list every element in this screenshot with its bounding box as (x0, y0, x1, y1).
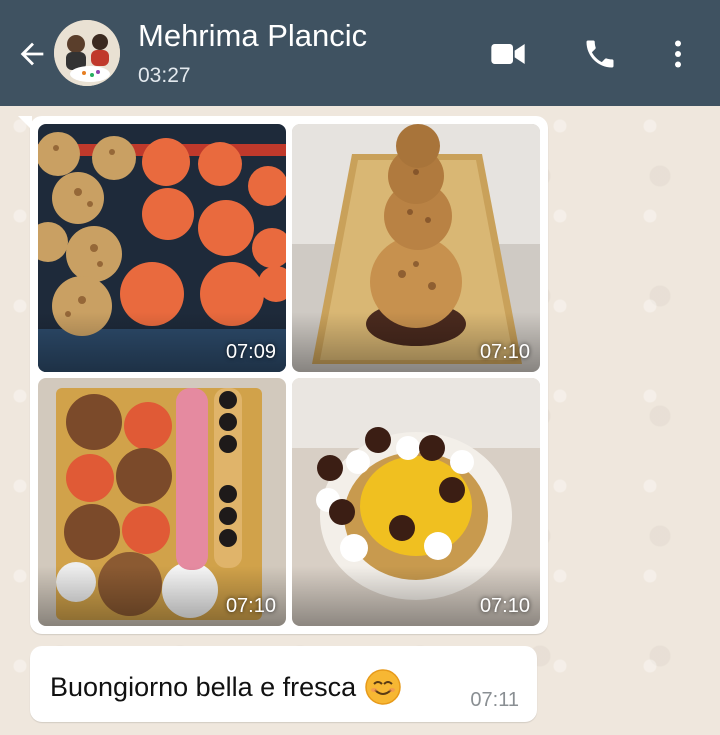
smiling-face-icon (364, 668, 402, 706)
contact-status: 03:27 (138, 64, 191, 87)
phone-icon (586, 40, 614, 68)
photo-pastry-assortment[interactable]: 07:10 (38, 378, 286, 626)
more-options-icon (675, 40, 681, 68)
back-button[interactable] (10, 32, 54, 76)
message-body: Buongiorno bella e fresca (50, 671, 357, 702)
chat-header: Mehrima Plancic 03:27 (0, 0, 720, 106)
contact-avatar[interactable] (54, 20, 120, 86)
back-arrow-icon (20, 42, 44, 66)
text-message-bubble[interactable]: Buongiorno bella e fresca 07:11 (30, 646, 537, 722)
message-text: Buongiorno bella e fresca (50, 668, 402, 706)
more-options-button[interactable] (656, 32, 700, 76)
image-message-bubble: 07:09 07:10 07:10 07:10 (18, 116, 548, 634)
voice-call-button[interactable] (578, 32, 622, 76)
video-call-icon (491, 44, 525, 64)
photo-timestamp: 07:09 (225, 341, 276, 363)
video-call-button[interactable] (486, 32, 530, 76)
photo-timestamp: 07:10 (479, 595, 530, 617)
photo-choux-tray[interactable]: 07:09 (38, 124, 286, 372)
photo-timestamp: 07:10 (479, 341, 530, 363)
photo-saint-honore-cake[interactable]: 07:10 (292, 378, 540, 626)
contact-name[interactable]: Mehrima Plancic (138, 18, 367, 54)
message-timestamp: 07:11 (470, 689, 519, 711)
photo-choux-tower[interactable]: 07:10 (292, 124, 540, 372)
photo-timestamp: 07:10 (225, 595, 276, 617)
